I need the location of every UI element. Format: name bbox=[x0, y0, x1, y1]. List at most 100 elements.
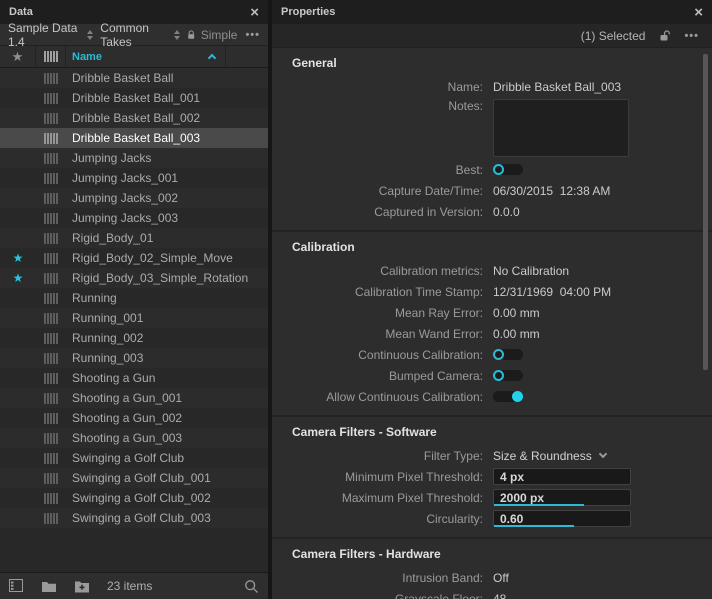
property-row: Minimum Pixel Threshold: bbox=[272, 466, 712, 487]
calibration-metrics-value: No Calibration bbox=[493, 264, 569, 278]
property-row: Continuous Calibration: bbox=[272, 344, 712, 365]
mean-ray-error-label: Mean Ray Error: bbox=[272, 306, 483, 320]
take-row[interactable]: Shooting a Gun_002 bbox=[0, 408, 268, 428]
unlock-icon[interactable] bbox=[659, 30, 670, 42]
take-name: Swinging a Golf Club bbox=[66, 451, 184, 465]
take-row[interactable]: ★Rigid_Body_03_Simple_Rotation bbox=[0, 268, 268, 288]
continuous-calibration-toggle[interactable] bbox=[493, 349, 523, 360]
toggle-knob bbox=[493, 164, 504, 175]
notes-textarea[interactable] bbox=[493, 99, 629, 157]
take-list-header: ★ Name bbox=[0, 46, 268, 68]
marker-icon bbox=[44, 51, 58, 62]
vertical-scrollbar[interactable] bbox=[703, 54, 708, 370]
lock-icon bbox=[187, 29, 195, 41]
name-column-header[interactable]: Name bbox=[66, 46, 226, 67]
take-row[interactable]: Jumping Jacks_003 bbox=[0, 208, 268, 228]
marker-icon bbox=[44, 173, 58, 184]
marker-icon bbox=[44, 473, 58, 484]
marker-cell bbox=[36, 193, 66, 204]
properties-panel: Properties × (1) Selected ••• GeneralNam… bbox=[272, 0, 712, 599]
take-name: Dribble Basket Ball_001 bbox=[66, 91, 200, 105]
property-row: Calibration metrics:No Calibration bbox=[272, 260, 712, 281]
take-row[interactable]: Shooting a Gun_001 bbox=[0, 388, 268, 408]
session-archive-select[interactable]: Sample Data 1.4 bbox=[8, 21, 83, 49]
take-row[interactable]: Swinging a Golf Club bbox=[0, 448, 268, 468]
marker-icon bbox=[44, 233, 58, 244]
data-panel: Data × Sample Data 1.4 Common Takes Simp… bbox=[0, 0, 268, 599]
spinner-arrows-icon[interactable] bbox=[174, 30, 180, 40]
take-row[interactable]: ★Rigid_Body_02_Simple_Move bbox=[0, 248, 268, 268]
data-panel-title: Data bbox=[9, 6, 250, 18]
marker-cell bbox=[36, 273, 66, 284]
selection-count-label: (1) Selected bbox=[581, 29, 646, 43]
circularity-field[interactable] bbox=[493, 510, 631, 527]
maximum-pixel-threshold-label: Maximum Pixel Threshold: bbox=[272, 491, 483, 505]
allow-continuous-calibration-toggle[interactable] bbox=[493, 391, 523, 402]
search-icon[interactable] bbox=[244, 579, 259, 594]
marker-cell bbox=[36, 233, 66, 244]
session-folder-select[interactable]: Common Takes bbox=[100, 21, 170, 49]
take-name: Dribble Basket Ball_002 bbox=[66, 111, 200, 125]
capture-date-time-label: Capture Date/Time: bbox=[272, 184, 483, 198]
take-row[interactable]: Swinging a Golf Club_001 bbox=[0, 468, 268, 488]
take-row[interactable]: Dribble Basket Ball bbox=[0, 68, 268, 88]
close-icon[interactable]: × bbox=[250, 5, 259, 20]
take-row[interactable]: Jumping Jacks bbox=[0, 148, 268, 168]
take-row[interactable]: Swinging a Golf Club_002 bbox=[0, 488, 268, 508]
star-column-header[interactable]: ★ bbox=[0, 46, 36, 67]
marker-icon bbox=[44, 193, 58, 204]
bumped-camera-toggle[interactable] bbox=[493, 370, 523, 381]
property-row: Grayscale Floor:48 bbox=[272, 588, 712, 599]
marker-column-header[interactable] bbox=[36, 46, 66, 67]
value-fill-bar bbox=[494, 525, 574, 527]
mode-label[interactable]: Simple bbox=[201, 28, 238, 42]
take-name: Rigid_Body_01 bbox=[66, 231, 153, 245]
take-row[interactable]: Jumping Jacks_001 bbox=[0, 168, 268, 188]
toggle-knob bbox=[493, 349, 504, 360]
marker-cell bbox=[36, 493, 66, 504]
marker-cell bbox=[36, 133, 66, 144]
filter-type-dropdown[interactable]: Size & Roundness bbox=[493, 449, 606, 463]
new-folder-icon[interactable] bbox=[74, 580, 90, 593]
take-row[interactable]: Shooting a Gun bbox=[0, 368, 268, 388]
mean-ray-error-value: 0.00 mm bbox=[493, 306, 540, 320]
spinner-arrows-icon[interactable] bbox=[87, 30, 93, 40]
panel-menu-button[interactable]: ••• bbox=[684, 30, 699, 42]
take-row[interactable]: Shooting a Gun_003 bbox=[0, 428, 268, 448]
marker-icon bbox=[44, 133, 58, 144]
star-icon: ★ bbox=[12, 49, 24, 65]
best-toggle[interactable] bbox=[493, 164, 523, 175]
take-row[interactable]: Running_001 bbox=[0, 308, 268, 328]
name-value: Dribble Basket Ball_003 bbox=[493, 80, 621, 94]
take-name: Running_002 bbox=[66, 331, 143, 345]
marker-icon bbox=[44, 393, 58, 404]
take-row[interactable]: Swinging a Golf Club_003 bbox=[0, 508, 268, 528]
take-row[interactable]: Running_003 bbox=[0, 348, 268, 368]
properties-content: GeneralName:Dribble Basket Ball_003Notes… bbox=[272, 48, 712, 599]
toggle-knob bbox=[493, 370, 504, 381]
panel-menu-button[interactable]: ••• bbox=[245, 29, 260, 41]
maximum-pixel-threshold-field[interactable] bbox=[493, 489, 631, 506]
take-row[interactable]: Dribble Basket Ball_003 bbox=[0, 128, 268, 148]
take-name: Jumping Jacks_003 bbox=[66, 211, 178, 225]
best-label: Best: bbox=[272, 163, 483, 177]
take-row[interactable]: Running_002 bbox=[0, 328, 268, 348]
marker-icon bbox=[44, 493, 58, 504]
star-icon: ★ bbox=[0, 272, 36, 284]
value-fill-bar bbox=[494, 504, 584, 506]
property-row: Mean Ray Error: 0.00 mm bbox=[272, 302, 712, 323]
close-icon[interactable]: × bbox=[694, 5, 703, 20]
take-row[interactable]: Dribble Basket Ball_001 bbox=[0, 88, 268, 108]
text-input[interactable] bbox=[493, 468, 631, 485]
notes-label: Notes: bbox=[272, 99, 483, 113]
take-row[interactable]: Jumping Jacks_002 bbox=[0, 188, 268, 208]
take-pane-icon[interactable] bbox=[9, 579, 24, 593]
marker-cell bbox=[36, 313, 66, 324]
folder-icon[interactable] bbox=[41, 580, 57, 593]
minimum-pixel-threshold-field[interactable] bbox=[493, 468, 631, 485]
app-window: Data × Sample Data 1.4 Common Takes Simp… bbox=[0, 0, 712, 599]
take-row[interactable]: Dribble Basket Ball_002 bbox=[0, 108, 268, 128]
property-row: Intrusion Band:Off bbox=[272, 567, 712, 588]
take-row[interactable]: Rigid_Body_01 bbox=[0, 228, 268, 248]
take-row[interactable]: Running bbox=[0, 288, 268, 308]
